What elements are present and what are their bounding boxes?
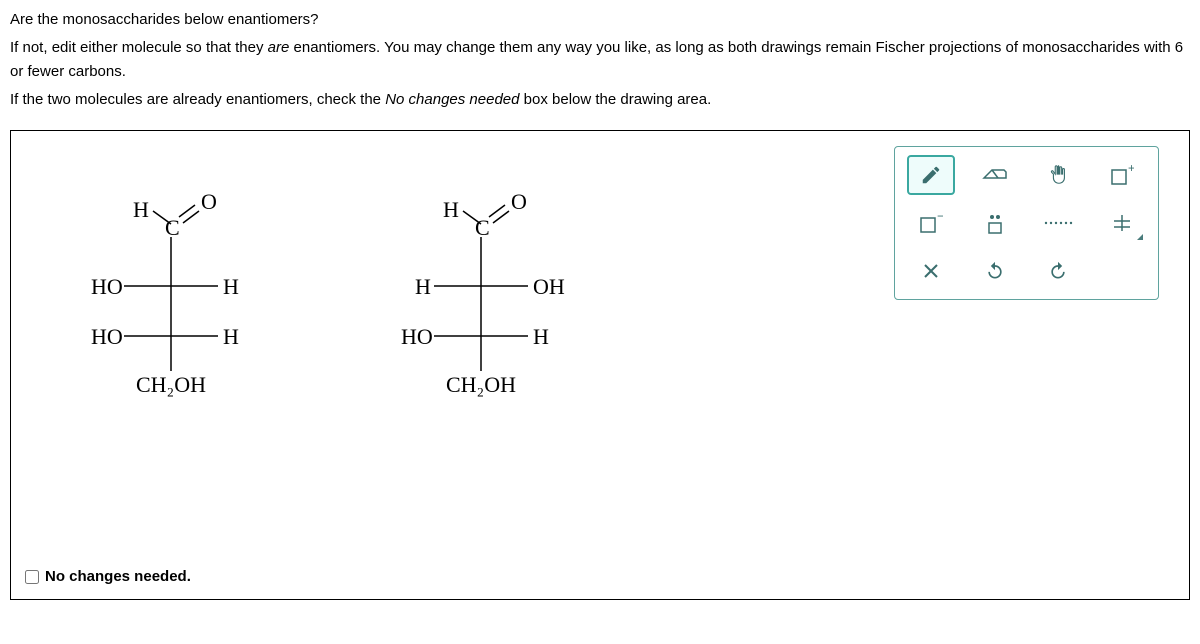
q-line2a: If not, edit either molecule so that the… xyxy=(10,39,268,56)
redo-tool[interactable] xyxy=(1034,251,1082,291)
structure-tool[interactable] xyxy=(1098,203,1146,243)
hand-icon xyxy=(1047,164,1069,186)
pencil-icon xyxy=(920,164,942,186)
m2-bottom: CH₂OH xyxy=(446,372,516,398)
svg-text:+: + xyxy=(1128,164,1134,175)
redo-icon xyxy=(1048,261,1068,281)
m1-topC: C xyxy=(165,215,180,241)
box-minus-icon: − xyxy=(919,212,943,234)
m2-topC: C xyxy=(475,215,490,241)
hand-tool[interactable] xyxy=(1034,155,1082,195)
no-changes-row: No changes needed. xyxy=(25,568,191,585)
q-line3b: box below the drawing area. xyxy=(519,91,711,108)
box-plus-icon: + xyxy=(1110,164,1134,186)
m1-r2l: HO xyxy=(91,324,123,350)
structure-icon xyxy=(1110,211,1134,235)
m2-r1l: H xyxy=(415,274,431,300)
q-line3italic: No changes needed xyxy=(385,91,519,108)
m1-topO: O xyxy=(201,189,217,215)
box-plus-tool[interactable]: + xyxy=(1098,155,1146,195)
lone-pair-icon xyxy=(983,211,1007,235)
m1-topH: H xyxy=(133,197,149,223)
pencil-tool[interactable] xyxy=(907,155,955,195)
toolbox: + − xyxy=(894,146,1159,300)
m1-r2r: H xyxy=(223,324,239,350)
q-line3a: If the two molecules are already enantio… xyxy=(10,91,385,108)
svg-text:−: − xyxy=(937,212,943,223)
close-icon xyxy=(923,263,939,279)
lone-pair-tool[interactable] xyxy=(971,203,1019,243)
box-minus-tool[interactable]: − xyxy=(907,203,955,243)
tool-row-2: − xyxy=(903,203,1150,243)
molecule-right[interactable]: H C O H OH HO H CH₂OH xyxy=(381,191,581,411)
tool-row-1: + xyxy=(903,155,1150,195)
bond-icon xyxy=(1043,218,1073,228)
drawing-area[interactable]: H C O HO H HO H CH₂OH H C O H O xyxy=(10,130,1190,600)
m2-r2r: H xyxy=(533,324,549,350)
eraser-tool[interactable] xyxy=(971,155,1019,195)
no-changes-label[interactable]: No changes needed. xyxy=(45,568,191,585)
bond-tool[interactable] xyxy=(1034,203,1082,243)
m1-r1r: H xyxy=(223,274,239,300)
expand-indicator xyxy=(1137,234,1143,240)
m2-r1r: OH xyxy=(533,274,565,300)
close-tool[interactable] xyxy=(907,251,955,291)
q-line1: Are the monosaccharides below enantiomer… xyxy=(10,11,319,28)
q-line2italic: are xyxy=(268,39,290,56)
undo-icon xyxy=(985,261,1005,281)
m2-topH: H xyxy=(443,197,459,223)
undo-tool[interactable] xyxy=(971,251,1019,291)
question-text: Are the monosaccharides below enantiomer… xyxy=(10,8,1190,112)
m1-bottom: CH₂OH xyxy=(136,372,206,398)
m2-topO: O xyxy=(511,189,527,215)
tool-row-3 xyxy=(903,251,1150,291)
m1-r1l: HO xyxy=(91,274,123,300)
molecule-left[interactable]: H C O HO H HO H CH₂OH xyxy=(71,191,271,411)
no-changes-checkbox[interactable] xyxy=(25,570,39,584)
eraser-icon xyxy=(982,166,1008,184)
m2-r2l: HO xyxy=(401,324,433,350)
